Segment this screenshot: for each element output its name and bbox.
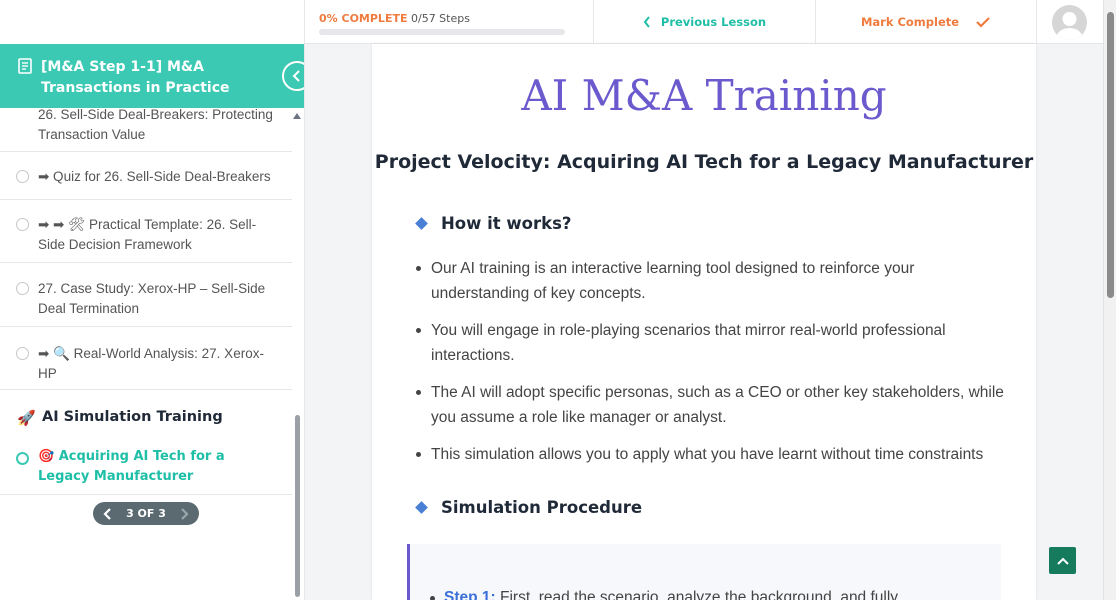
chevron-left-icon: [292, 70, 300, 82]
diamond-icon: [415, 501, 428, 514]
scroll-up-icon[interactable]: [292, 111, 302, 121]
progress-bar: [319, 29, 565, 35]
book-icon: [18, 58, 32, 74]
page-scrollbar[interactable]: [1103, 0, 1116, 600]
check-icon: [976, 17, 990, 28]
section-header[interactable]: 🚀 AI Simulation Training: [0, 390, 292, 431]
list-item: You will engage in role-playing scenario…: [414, 318, 1014, 368]
lesson-status-radio: [16, 218, 29, 231]
page-subtitle: Project Velocity: Acquiring AI Tech for …: [374, 151, 1034, 173]
chevron-left-icon: [643, 16, 650, 28]
procedure-steps-box: Step 1: First, read the scenario, analyz…: [407, 544, 1001, 600]
back-to-top-button[interactable]: [1049, 547, 1076, 574]
step-text: First, read the scenario, analyze the ba…: [495, 589, 899, 600]
list-item[interactable]: 26. Sell-Side Deal-Breakers: Protecting …: [0, 107, 292, 152]
list-item: This simulation allows you to apply what…: [414, 442, 1014, 467]
course-sidebar: [M&A Step 1-1] M&A Transactions in Pract…: [0, 0, 305, 600]
list-item[interactable]: ➡ ➡ 🛠 Practical Template: 26. Sell-Side …: [0, 200, 292, 263]
progress-text: 0% COMPLETE 0/57 Steps: [319, 12, 589, 26]
collapse-sidebar-button[interactable]: [282, 61, 304, 91]
heading-text: Simulation Procedure: [441, 498, 643, 517]
mark-complete-button[interactable]: Mark Complete: [816, 0, 1036, 44]
progress-indicator: 0% COMPLETE 0/57 Steps: [319, 12, 589, 35]
diamond-icon: [415, 217, 428, 230]
sidebar-scrollbar-thumb[interactable]: [295, 415, 300, 597]
chevron-left-icon[interactable]: [103, 507, 113, 520]
pager: 3 OF 3: [93, 502, 199, 525]
active-lesson-text: Acquiring AI Tech for a Legacy Manufactu…: [38, 449, 225, 484]
list-item: The AI will adopt specific personas, suc…: [414, 380, 1014, 430]
lesson-list: 26. Sell-Side Deal-Breakers: Protecting …: [0, 107, 292, 495]
arrow-up-icon: [1056, 557, 1069, 565]
avatar[interactable]: [1052, 5, 1087, 40]
how-it-works-heading: How it works?: [415, 211, 976, 237]
page-title: AI M&A Training: [521, 71, 887, 120]
pager-label: 3 OF 3: [126, 507, 166, 520]
lesson-label: ➡ ➡ 🛠 Practical Template: 26. Sell-Side …: [38, 217, 257, 252]
page-scrollbar-thumb[interactable]: [1107, 12, 1114, 298]
lesson-card: AI M&A Training Project Velocity: Acquir…: [372, 44, 1036, 600]
previous-lesson-button[interactable]: Previous Lesson: [594, 0, 815, 44]
section-icon: 🚀: [17, 409, 36, 427]
lesson-label: 26. Sell-Side Deal-Breakers: Protecting …: [38, 107, 273, 142]
step-item: Step 1: First, read the scenario, analyz…: [430, 587, 1004, 600]
list-item[interactable]: ➡ 🔍 Real-World Analysis: 27. Xerox-HP: [0, 327, 292, 390]
active-lesson-label: 🎯 Acquiring AI Tech for a Legacy Manufac…: [38, 447, 278, 486]
top-bar: 0% COMPLETE 0/57 Steps Previous Lesson M…: [305, 0, 1103, 44]
chevron-right-icon[interactable]: [179, 507, 189, 520]
simulation-procedure-heading: Simulation Procedure: [415, 495, 976, 521]
lesson-label: ➡ 🔍 Real-World Analysis: 27. Xerox-HP: [38, 346, 264, 381]
active-lesson-item[interactable]: 🎯 Acquiring AI Tech for a Legacy Manufac…: [0, 431, 292, 495]
heading-text: How it works?: [441, 214, 572, 233]
lesson-status-radio: [16, 170, 29, 183]
sidebar-header: [M&A Step 1-1] M&A Transactions in Pract…: [0, 44, 304, 108]
active-lesson-icon: 🎯: [38, 449, 55, 464]
lesson-status-radio: [16, 452, 29, 465]
section-label: AI Simulation Training: [42, 409, 223, 425]
lesson-status-radio: [16, 282, 29, 295]
step-label: Step 1:: [444, 589, 496, 600]
divider: [1036, 0, 1037, 44]
lesson-label: ➡ Quiz for 26. Sell-Side Deal-Breakers: [38, 169, 271, 184]
progress-percent: 0% COMPLETE: [319, 12, 408, 25]
list-item[interactable]: ➡ Quiz for 26. Sell-Side Deal-Breakers: [0, 152, 292, 200]
mark-complete-label: Mark Complete: [860, 15, 960, 29]
list-item: Our AI training is an interactive learni…: [414, 256, 1014, 306]
course-title: [M&A Step 1-1] M&A Transactions in Pract…: [41, 59, 230, 96]
avatar-icon: [1056, 12, 1083, 40]
lesson-status-radio: [16, 347, 29, 360]
lesson-label: 27. Case Study: Xerox-HP – Sell-Side Dea…: [38, 281, 266, 316]
how-it-works-list: Our AI training is an interactive learni…: [414, 256, 1014, 479]
list-item[interactable]: 27. Case Study: Xerox-HP – Sell-Side Dea…: [0, 263, 292, 327]
progress-steps: 0/57 Steps: [410, 12, 470, 25]
previous-lesson-label: Previous Lesson: [660, 15, 767, 29]
